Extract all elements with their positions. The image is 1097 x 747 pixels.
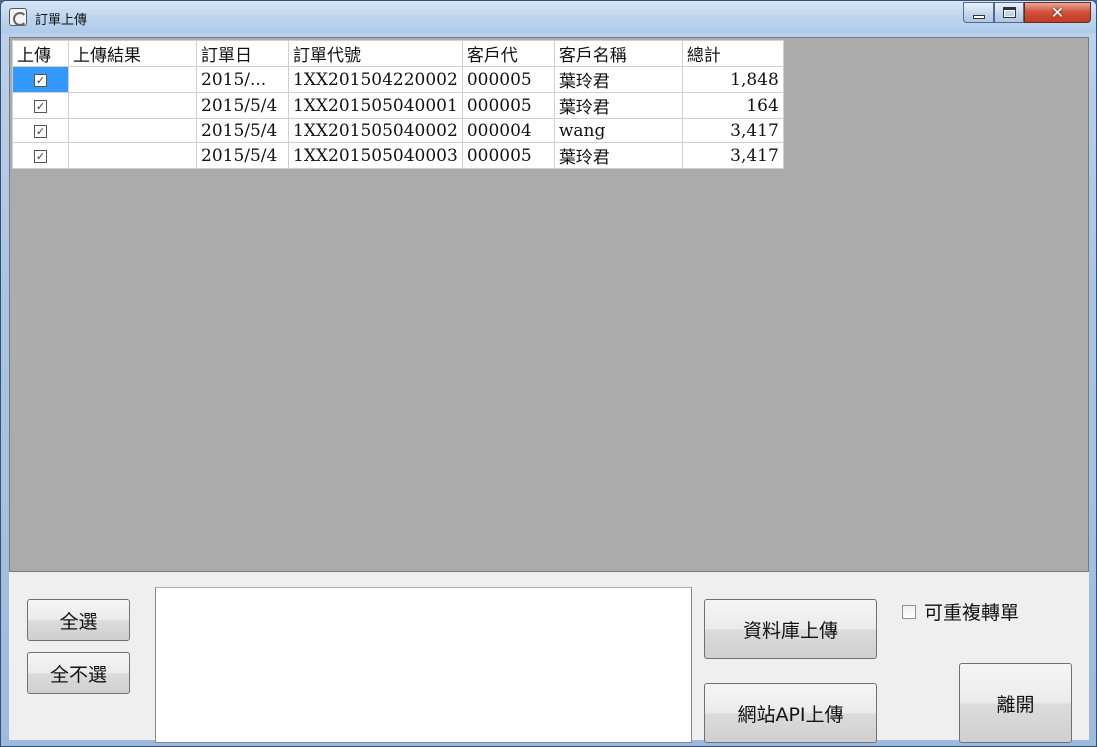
upload-cell[interactable]: ✓ xyxy=(12,142,69,169)
date-cell[interactable]: 2015/5/4 xyxy=(196,118,289,143)
total-cell[interactable]: 3,417 xyxy=(681,142,784,169)
col-header-cust-name[interactable]: 客戶名稱 xyxy=(553,40,683,67)
upload-checkbox[interactable]: ✓ xyxy=(34,124,47,138)
allow-repeat-option[interactable]: 可重複轉單 xyxy=(902,598,1019,625)
order-no-cell[interactable]: 1XX201505040001 xyxy=(288,92,463,119)
upload-checkbox[interactable]: ✓ xyxy=(34,99,47,113)
upload-cell[interactable]: ✓ xyxy=(12,66,69,93)
title-bar[interactable]: 訂單上傳 ✕ xyxy=(1,1,1096,33)
table-row[interactable]: ✓ 2015/5/4 1XX201505040002 000004 wang 3… xyxy=(12,118,784,143)
order-grid[interactable]: 上傳 上傳結果 訂單日 訂單代號 客戶代 客戶名稱 總計 ✓ 2015/... xyxy=(9,37,1089,572)
order-upload-window: 訂單上傳 ✕ 上傳 上傳結果 訂單日 訂單代號 客戶代 客戶名稱 總計 ✓ 20… xyxy=(0,0,1097,747)
result-cell[interactable] xyxy=(68,142,197,169)
col-header-upload[interactable]: 上傳 xyxy=(12,40,69,67)
date-cell[interactable]: 2015/5/4 xyxy=(196,92,289,119)
maximize-button[interactable] xyxy=(994,2,1024,23)
select-none-button[interactable]: 全不選 xyxy=(27,652,130,694)
col-header-cust-code[interactable]: 客戶代 xyxy=(461,40,555,67)
allow-repeat-checkbox[interactable] xyxy=(902,604,916,619)
table-row[interactable]: ✓ 2015/... 1XX201504220002 000005 葉玲君 1,… xyxy=(12,66,784,93)
allow-repeat-label[interactable]: 可重複轉單 xyxy=(924,598,1019,625)
total-cell[interactable]: 3,417 xyxy=(681,118,784,143)
upload-checkbox[interactable]: ✓ xyxy=(34,149,47,163)
window-title: 訂單上傳 xyxy=(35,13,88,28)
cust-code-cell[interactable]: 000004 xyxy=(461,118,555,143)
close-button[interactable]: ✕ xyxy=(1024,2,1091,23)
maximize-icon xyxy=(1002,7,1016,18)
col-header-total[interactable]: 總計 xyxy=(681,40,784,67)
order-no-cell[interactable]: 1XX201505040002 xyxy=(288,118,463,143)
close-icon: ✕ xyxy=(1050,3,1065,22)
table-row[interactable]: ✓ 2015/5/4 1XX201505040001 000005 葉玲君 16… xyxy=(12,92,784,119)
result-cell[interactable] xyxy=(68,118,197,143)
date-cell[interactable]: 2015/... xyxy=(196,66,289,93)
upload-log-textarea[interactable] xyxy=(155,587,692,743)
db-upload-button[interactable]: 資料庫上傳 xyxy=(704,599,877,659)
order-no-cell[interactable]: 1XX201505040003 xyxy=(288,142,463,169)
upload-cell[interactable]: ✓ xyxy=(12,92,69,119)
total-cell[interactable]: 164 xyxy=(681,92,784,119)
date-cell[interactable]: 2015/5/4 xyxy=(196,142,289,169)
exit-button[interactable]: 離開 xyxy=(959,663,1072,743)
col-header-result[interactable]: 上傳結果 xyxy=(68,40,197,67)
cust-code-cell[interactable]: 000005 xyxy=(461,66,555,93)
result-cell[interactable] xyxy=(68,92,197,119)
minimize-button[interactable] xyxy=(963,2,994,23)
result-cell[interactable] xyxy=(68,66,197,93)
upload-checkbox[interactable]: ✓ xyxy=(34,73,47,87)
cust-name-cell[interactable]: 葉玲君 xyxy=(553,66,683,93)
total-cell[interactable]: 1,848 xyxy=(681,66,784,93)
order-no-cell[interactable]: 1XX201504220002 xyxy=(288,66,463,93)
api-upload-button[interactable]: 網站API上傳 xyxy=(704,683,877,743)
app-icon[interactable] xyxy=(9,8,27,26)
cust-code-cell[interactable]: 000005 xyxy=(461,142,555,169)
cust-name-cell[interactable]: 葉玲君 xyxy=(553,92,683,119)
minimize-icon xyxy=(972,14,985,19)
client-area: 上傳 上傳結果 訂單日 訂單代號 客戶代 客戶名稱 總計 ✓ 2015/... xyxy=(9,37,1089,743)
col-header-order-no[interactable]: 訂單代號 xyxy=(288,40,463,67)
cust-name-cell[interactable]: wang xyxy=(553,118,683,143)
select-all-button[interactable]: 全選 xyxy=(27,599,130,641)
upload-cell[interactable]: ✓ xyxy=(12,118,69,143)
col-header-date[interactable]: 訂單日 xyxy=(196,40,289,67)
table-row[interactable]: ✓ 2015/5/4 1XX201505040003 000005 葉玲君 3,… xyxy=(12,142,784,169)
order-table: 上傳 上傳結果 訂單日 訂單代號 客戶代 客戶名稱 總計 ✓ 2015/... xyxy=(12,40,784,169)
cust-code-cell[interactable]: 000005 xyxy=(461,92,555,119)
cust-name-cell[interactable]: 葉玲君 xyxy=(553,142,683,169)
header-row: 上傳 上傳結果 訂單日 訂單代號 客戶代 客戶名稱 總計 xyxy=(12,40,784,67)
